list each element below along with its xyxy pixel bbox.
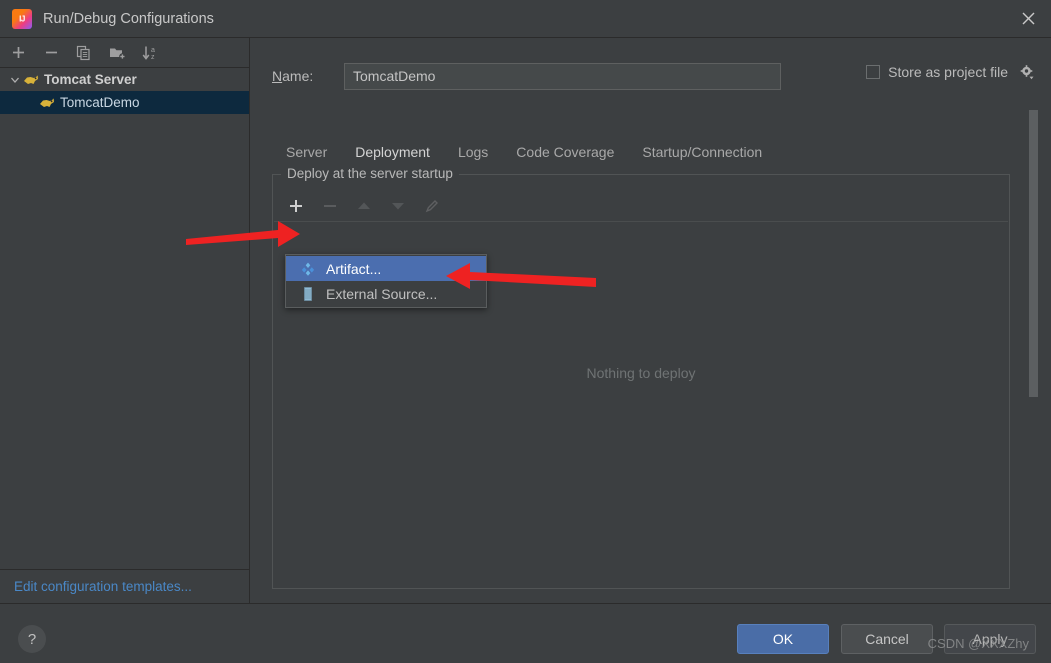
tab-server[interactable]: Server (272, 136, 341, 168)
remove-deployment-button[interactable] (320, 196, 340, 216)
nothing-to-deploy-message: Nothing to deploy (586, 365, 696, 381)
gear-icon[interactable] (1019, 64, 1035, 80)
deployment-toolbar (274, 191, 1008, 222)
intellij-idea-icon (12, 8, 32, 29)
close-icon[interactable] (1005, 0, 1051, 37)
help-button[interactable]: ? (18, 625, 46, 653)
svg-text:a: a (151, 47, 155, 54)
edit-configuration-templates-label[interactable]: Edit configuration templates... (14, 579, 192, 594)
chevron-down-icon[interactable] (8, 75, 22, 85)
pencil-icon[interactable] (422, 196, 442, 216)
tree-item-label: TomcatDemo (60, 95, 140, 110)
tab-logs[interactable]: Logs (444, 136, 502, 168)
svg-text:z: z (151, 54, 155, 61)
name-label: Name: (272, 68, 314, 84)
arrow-up-icon[interactable] (354, 196, 374, 216)
add-deployment-button[interactable] (286, 196, 306, 216)
cancel-button[interactable]: Cancel (841, 624, 933, 654)
scrollbar-thumb[interactable] (1029, 110, 1038, 397)
popup-item-artifact[interactable]: Artifact... (286, 256, 486, 281)
store-as-project-file-row: Store as project file (866, 64, 1035, 80)
name-input[interactable] (344, 62, 781, 90)
run-debug-configurations-dialog: Run/Debug Configurations (0, 0, 1051, 663)
add-deployment-popup-menu: Artifact... External Source... (285, 254, 487, 308)
folder-add-icon[interactable] (106, 42, 128, 64)
store-as-project-file-checkbox[interactable] (866, 65, 881, 79)
tree-group-tomcat-server[interactable]: Tomcat Server (0, 68, 249, 91)
sort-az-icon[interactable]: a z (139, 42, 161, 64)
copy-configuration-button[interactable] (73, 42, 95, 64)
tab-code-coverage[interactable]: Code Coverage (502, 136, 628, 168)
apply-button[interactable]: Apply (944, 624, 1036, 654)
configuration-editor-panel: Name: Store as project file Server De (250, 38, 1051, 603)
remove-configuration-button[interactable] (40, 42, 62, 64)
configurations-toolbar: a z (0, 38, 249, 68)
edit-configuration-templates[interactable]: Edit configuration templates... (0, 569, 249, 603)
title-bar: Run/Debug Configurations (0, 0, 1051, 38)
dialog-button-bar: ? OK Cancel Apply (0, 603, 1051, 663)
tree-group-label: Tomcat Server (44, 72, 137, 87)
artifact-icon (300, 261, 316, 277)
arrow-down-icon[interactable] (388, 196, 408, 216)
configurations-panel: a z Tomcat Server TomcatDemo Edit config… (0, 38, 250, 603)
tab-deployment[interactable]: Deployment (341, 136, 444, 169)
tree-item-tomcatdemo[interactable]: TomcatDemo (0, 91, 249, 114)
tomcat-icon (38, 95, 56, 111)
configurations-tree: Tomcat Server TomcatDemo (0, 68, 249, 114)
editor-tabs: Server Deployment Logs Code Coverage Sta… (272, 134, 1032, 169)
add-configuration-button[interactable] (7, 42, 29, 64)
tomcat-icon (22, 72, 40, 88)
editor-scrollbar[interactable] (1029, 103, 1038, 583)
popup-item-external-source[interactable]: External Source... (286, 281, 486, 306)
ok-button[interactable]: OK (737, 624, 829, 654)
store-as-project-file-label[interactable]: Store as project file (888, 64, 1008, 80)
popup-item-label: External Source... (326, 285, 438, 302)
deploy-at-server-startup-group: Deploy at the server startup Nothing to … (272, 166, 1010, 589)
deploy-group-title: Deploy at the server startup (281, 166, 459, 181)
popup-item-label: Artifact... (326, 260, 382, 277)
external-source-icon (300, 286, 316, 302)
tab-startup-connection[interactable]: Startup/Connection (628, 136, 776, 168)
window-title: Run/Debug Configurations (43, 10, 214, 27)
